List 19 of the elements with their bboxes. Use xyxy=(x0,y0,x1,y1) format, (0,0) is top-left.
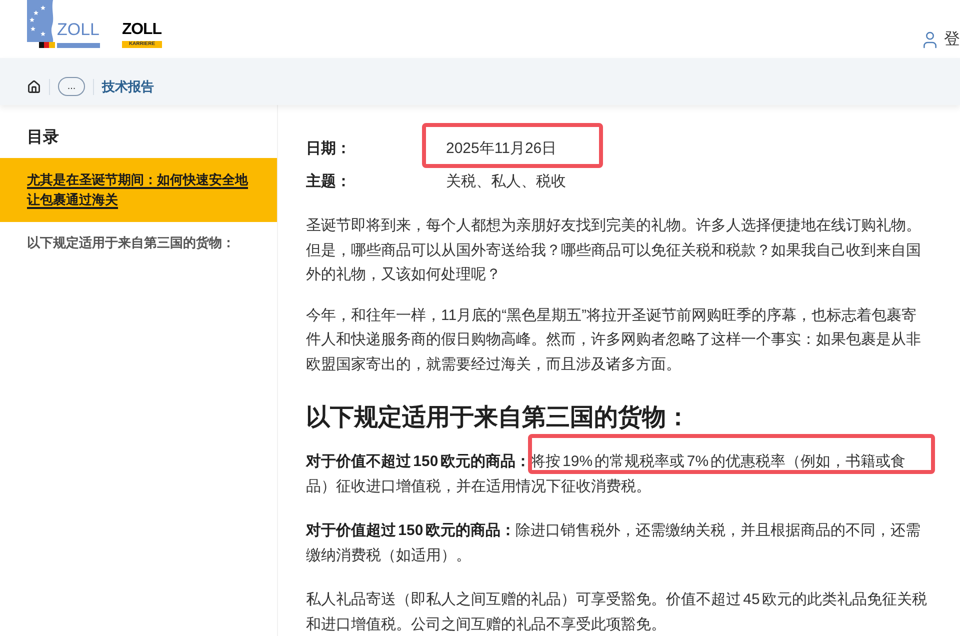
breadcrumb-link[interactable]: 技术报告 xyxy=(102,76,154,96)
logo-text: ZOLL xyxy=(122,22,162,38)
meta-label: 日期： xyxy=(306,140,351,157)
home-icon[interactable] xyxy=(27,80,41,94)
toc-title: 目录 xyxy=(27,128,59,148)
logo-bar xyxy=(57,43,100,48)
meta-label: 主题： xyxy=(306,173,351,190)
section-heading: 以下规定适用于来自第三国的货物： xyxy=(306,403,690,433)
paragraph: 私人礼品寄送（即私人之间互赠的礼品）可享受豁免。价值不超过 45 欧元的此类礼品免征关税和进口增值税。公司之间互赠的礼品不享受此项豁免。 xyxy=(306,590,928,634)
login-link[interactable]: 登 xyxy=(920,30,960,50)
meta-value: 关税、私人、税收 xyxy=(446,173,566,190)
toc-link[interactable]: 尤其是在圣诞节期间：如何快速安全地让包裹通过海关 xyxy=(0,158,277,222)
breadcrumb-more-button[interactable]: ... xyxy=(58,77,85,96)
meta-value: 2025年11月26日 xyxy=(446,140,557,157)
paragraph: 圣诞节即将到来，每个人都想为亲朋好友找到完美的礼物。许多人选择便捷地在线订购礼物。但是，哪些商品可以从国外寄送给我？哪些商品可以免征关税和税款？如果我自己收到来自国外的礼物，又该如何处理呢？ xyxy=(306,216,922,285)
logo-text: ZOLL xyxy=(57,22,100,38)
paragraph: 对于价值不超过 150 欧元的商品：将按 19% 的常规税率或 7% 的优惠税率（例如，书籍或食品）征收进口增值税，并在适用情况下征收消费税。 xyxy=(306,452,907,496)
paragraph: 对于价值超过 150 欧元的商品：除进口销售税外，还需缴纳关税，并且根据商品的不同，还需缴纳消费税（如适用）。 xyxy=(306,521,922,566)
paragraph: 今年，和往年一样，11月底的“黑色星期五”将拉开圣诞节前网购旺季的序幕，也标志着包裹寄件人和快递服务商的假日购物高峰。然而，许多网购者忽略了这样一个事实：如果包裹是从非欧盟国家寄出的，就需要经过海关，而且涉及诸多方面。 xyxy=(306,306,922,374)
